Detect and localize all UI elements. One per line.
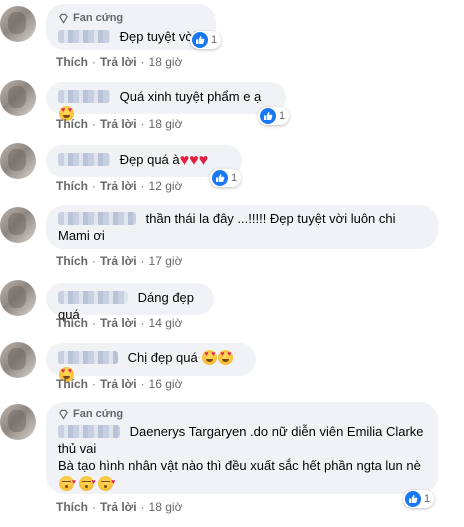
avatar[interactable] [0,280,36,316]
reply-button[interactable]: Trả lời [100,254,137,268]
comment-actions: Thích · Trả lời · 17 giờ [56,254,183,268]
reaction-count-value: 1 [211,34,218,46]
comment-actions: Thích · Trả lời · 18 giờ [56,117,183,131]
avatar[interactable] [0,143,36,179]
comment-time[interactable]: 18 giờ [149,117,183,131]
comment-time[interactable]: 14 giờ [149,316,183,330]
fan-badge: Fan cứng [58,406,426,422]
red-heart-emoji: ♥♥♥ [179,152,209,169]
kissing-heart-emoji [98,474,115,491]
comment-time[interactable]: 18 giờ [149,500,183,514]
diamond-icon [59,13,68,24]
commenter-name[interactable] [58,30,110,43]
like-thumb-icon [192,32,208,48]
comment-bubble: Quá xinh tuyệt phẩm e ạ [46,82,286,121]
comment-actions: Thích · Trả lời · 18 giờ [56,500,183,514]
like-thumb-icon [212,170,228,186]
reply-button[interactable]: Trả lời [100,179,137,193]
heart-eyes-emoji [202,350,218,365]
comment-bubble: thần thái la đây ...!!!!! Đẹp tuyệt vời … [46,205,438,249]
comment-time[interactable]: 16 giờ [149,377,183,391]
fan-badge-label: Fan cứng [73,408,124,420]
avatar[interactable] [0,80,36,116]
comment-time[interactable]: 17 giờ [149,254,183,268]
reaction-count[interactable]: 1 [403,490,435,508]
kissing-heart-emoji [59,474,76,491]
avatar[interactable] [0,6,36,42]
like-thumb-icon [405,491,421,507]
like-button[interactable]: Thích [56,179,88,193]
like-thumb-icon [260,108,276,124]
comment-time[interactable]: 18 giờ [149,55,183,69]
reply-button[interactable]: Trả lời [100,117,137,131]
commenter-name[interactable] [58,425,120,438]
reaction-count-value: 1 [231,172,238,184]
comment-actions: Thích · Trả lời · 18 giờ [56,55,183,69]
like-button[interactable]: Thích [56,55,88,69]
like-button[interactable]: Thích [56,117,88,131]
comment-bubble: Dáng đẹp quá [46,283,214,322]
commenter-name[interactable] [58,351,118,364]
comment-text-line2: Bà tạo hình nhân vật nào thì đều xuất sắ… [58,458,421,473]
reaction-count[interactable]: 1 [258,107,290,125]
comment-text: Đẹp tuyệt vời [119,29,197,44]
reply-button[interactable]: Trả lời [100,55,137,69]
comment-bubble: Fan cứng Daenerys Targaryen .do nữ diễn … [46,402,438,494]
like-button[interactable]: Thích [56,254,88,268]
comment-text: Quá xinh tuyệt phẩm e ạ [119,89,262,104]
comment-text: Đẹp quá à [119,152,180,167]
reaction-count[interactable]: 1 [210,169,242,187]
comment-actions: Thích · Trả lời · 12 giờ [56,179,183,193]
avatar[interactable] [0,404,36,440]
reply-button[interactable]: Trả lời [100,377,137,391]
fan-badge-label: Fan cứng [73,12,124,24]
kissing-heart-emoji [78,474,96,491]
commenter-name[interactable] [58,212,136,225]
diamond-icon [59,409,68,420]
commenter-name[interactable] [58,90,110,103]
comment-actions: Thích · Trả lời · 16 giờ [56,377,183,391]
commenter-name[interactable] [58,153,110,166]
heart-eyes-emoji [218,350,234,365]
like-button[interactable]: Thích [56,500,88,514]
like-button[interactable]: Thích [56,316,88,330]
reaction-count-value: 1 [279,110,286,122]
avatar[interactable] [0,342,36,378]
reply-button[interactable]: Trả lời [100,500,137,514]
comment-time[interactable]: 12 giờ [149,179,183,193]
commenter-name[interactable] [58,291,128,304]
comment-text: Chị đẹp quá [127,350,198,365]
like-button[interactable]: Thích [56,377,88,391]
avatar[interactable] [0,207,36,243]
comment-actions: Thích · Trả lời · 14 giờ [56,316,183,330]
comment-bubble: Chị đẹp quá [46,343,256,382]
fan-badge: Fan cứng [58,10,204,26]
reaction-count[interactable]: 1 [190,31,222,49]
reply-button[interactable]: Trả lời [100,316,137,330]
reaction-count-value: 1 [424,493,431,505]
